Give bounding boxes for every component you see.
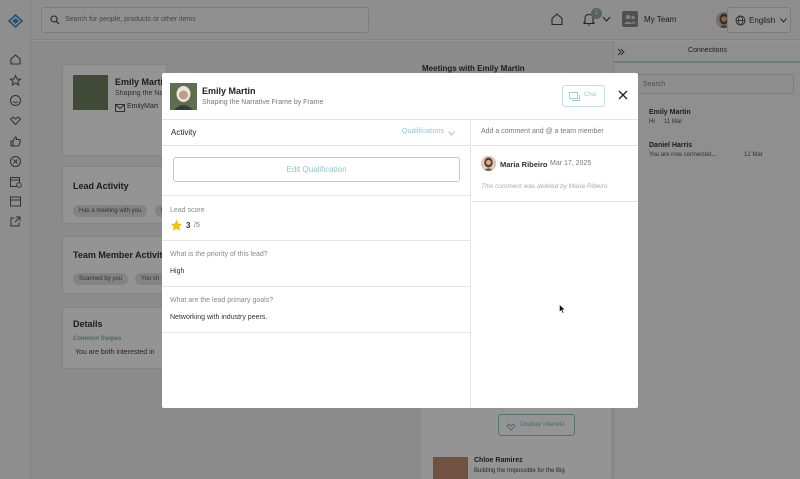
star-filled-icon [170, 219, 183, 231]
comment-date: Mar 17, 2025 [550, 160, 592, 167]
close-icon[interactable] [617, 89, 629, 101]
goals-question: What are the lead primary goals? Network… [162, 286, 471, 332]
lead-score-label: Lead score [170, 207, 205, 214]
qualification-panel: Activity Qualifications Edit Qualificati… [162, 120, 471, 408]
lead-qualification-modal: Emily Martin Shaping the Narrative Frame… [162, 73, 638, 408]
modal-header: Emily Martin Shaping the Narrative Frame… [162, 73, 638, 120]
lead-avatar [170, 83, 197, 110]
comments-panel: Add a comment and @ a team member Maria … [472, 120, 638, 408]
lead-score-section: Lead score 3 /5 [162, 195, 471, 240]
divider [162, 332, 471, 333]
comment-placeholder: Add a comment and @ a team member [481, 128, 604, 135]
chat-button[interactable]: Chat [562, 85, 605, 107]
question-answer: Networking with industry peers. [170, 314, 268, 321]
priority-question: What is the priority of this lead? High [162, 240, 471, 286]
comment-item: Maria Ribeiro Mar 17, 2025 This comment … [472, 146, 638, 202]
lead-name: Emily Martin [202, 86, 256, 96]
activity-label: Activity [171, 128, 197, 137]
comment-author-avatar [481, 156, 496, 171]
chat-label: Chat [584, 92, 597, 98]
question-answer: High [170, 268, 185, 275]
activity-header: Activity Qualifications [162, 120, 471, 146]
chevron-down-icon[interactable] [448, 131, 455, 136]
lead-score-max: /5 [194, 222, 200, 229]
comment-input[interactable]: Add a comment and @ a team member [472, 120, 638, 146]
lead-score-value: 3 [186, 221, 191, 230]
question-label: What are the lead primary goals? [170, 297, 274, 304]
lead-subtitle: Shaping the Narrative Frame by Frame [202, 99, 324, 106]
qualifications-dropdown[interactable]: Qualifications [402, 128, 444, 135]
deleted-comment-text: This comment was deleted by Maria Ribeir… [481, 183, 608, 190]
edit-qualification-button[interactable]: Edit Qualification [173, 157, 460, 182]
mouse-cursor-icon [559, 304, 566, 314]
question-label: What is the priority of this lead? [170, 251, 268, 258]
chat-icon [569, 92, 580, 101]
comment-author: Maria Ribeiro [500, 160, 548, 169]
